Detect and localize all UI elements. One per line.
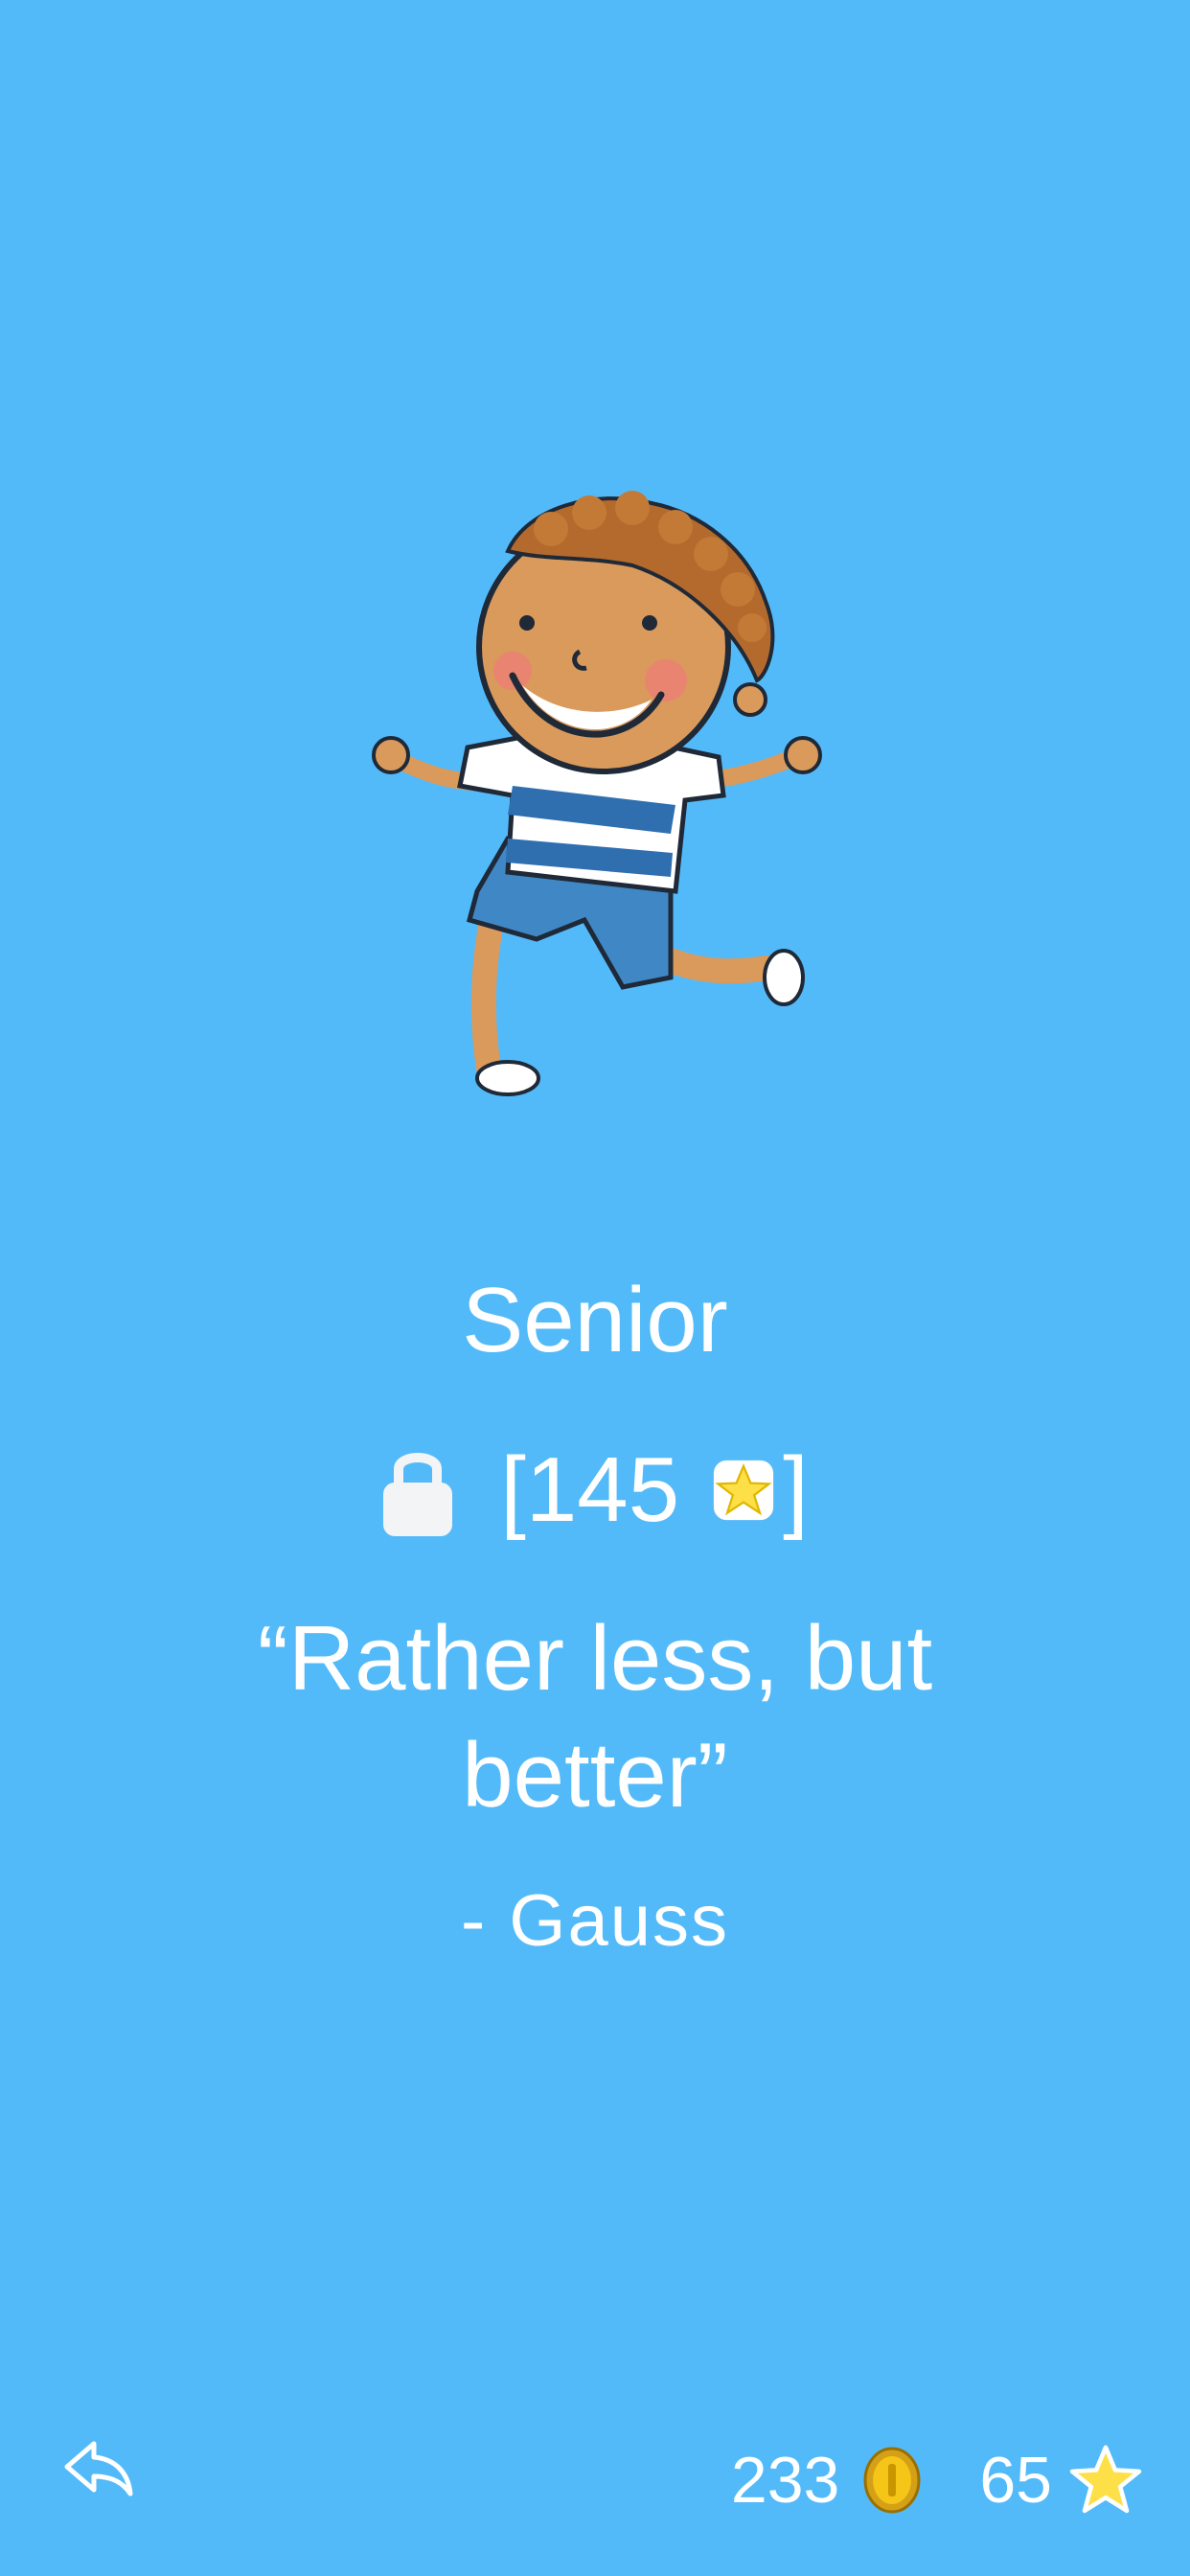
currency-stats: 233 65 [731, 2434, 1142, 2526]
lock-icon [381, 1442, 454, 1538]
star-count: 65 [979, 2444, 1052, 2517]
character-illustration [345, 470, 843, 1112]
star-icon [708, 1455, 779, 1526]
unlock-requirement: [145 ] [0, 1428, 1190, 1552]
level-title: Senior [462, 1269, 728, 1371]
coin-icon [862, 2447, 922, 2514]
back-arrow-icon [59, 2434, 136, 2501]
required-stars: [145 [500, 1438, 680, 1541]
quote-author: - Gauss [460, 1880, 730, 1962]
back-button[interactable] [59, 2434, 136, 2501]
star-icon [1069, 2444, 1142, 2517]
quote-text: “Rather less, but better” [257, 1607, 933, 1827]
coin-count: 233 [730, 2444, 840, 2517]
level-screen: Senior [145 ] “Rather less, but better” … [0, 0, 1190, 2576]
requirement-bracket-close: ] [783, 1438, 809, 1541]
